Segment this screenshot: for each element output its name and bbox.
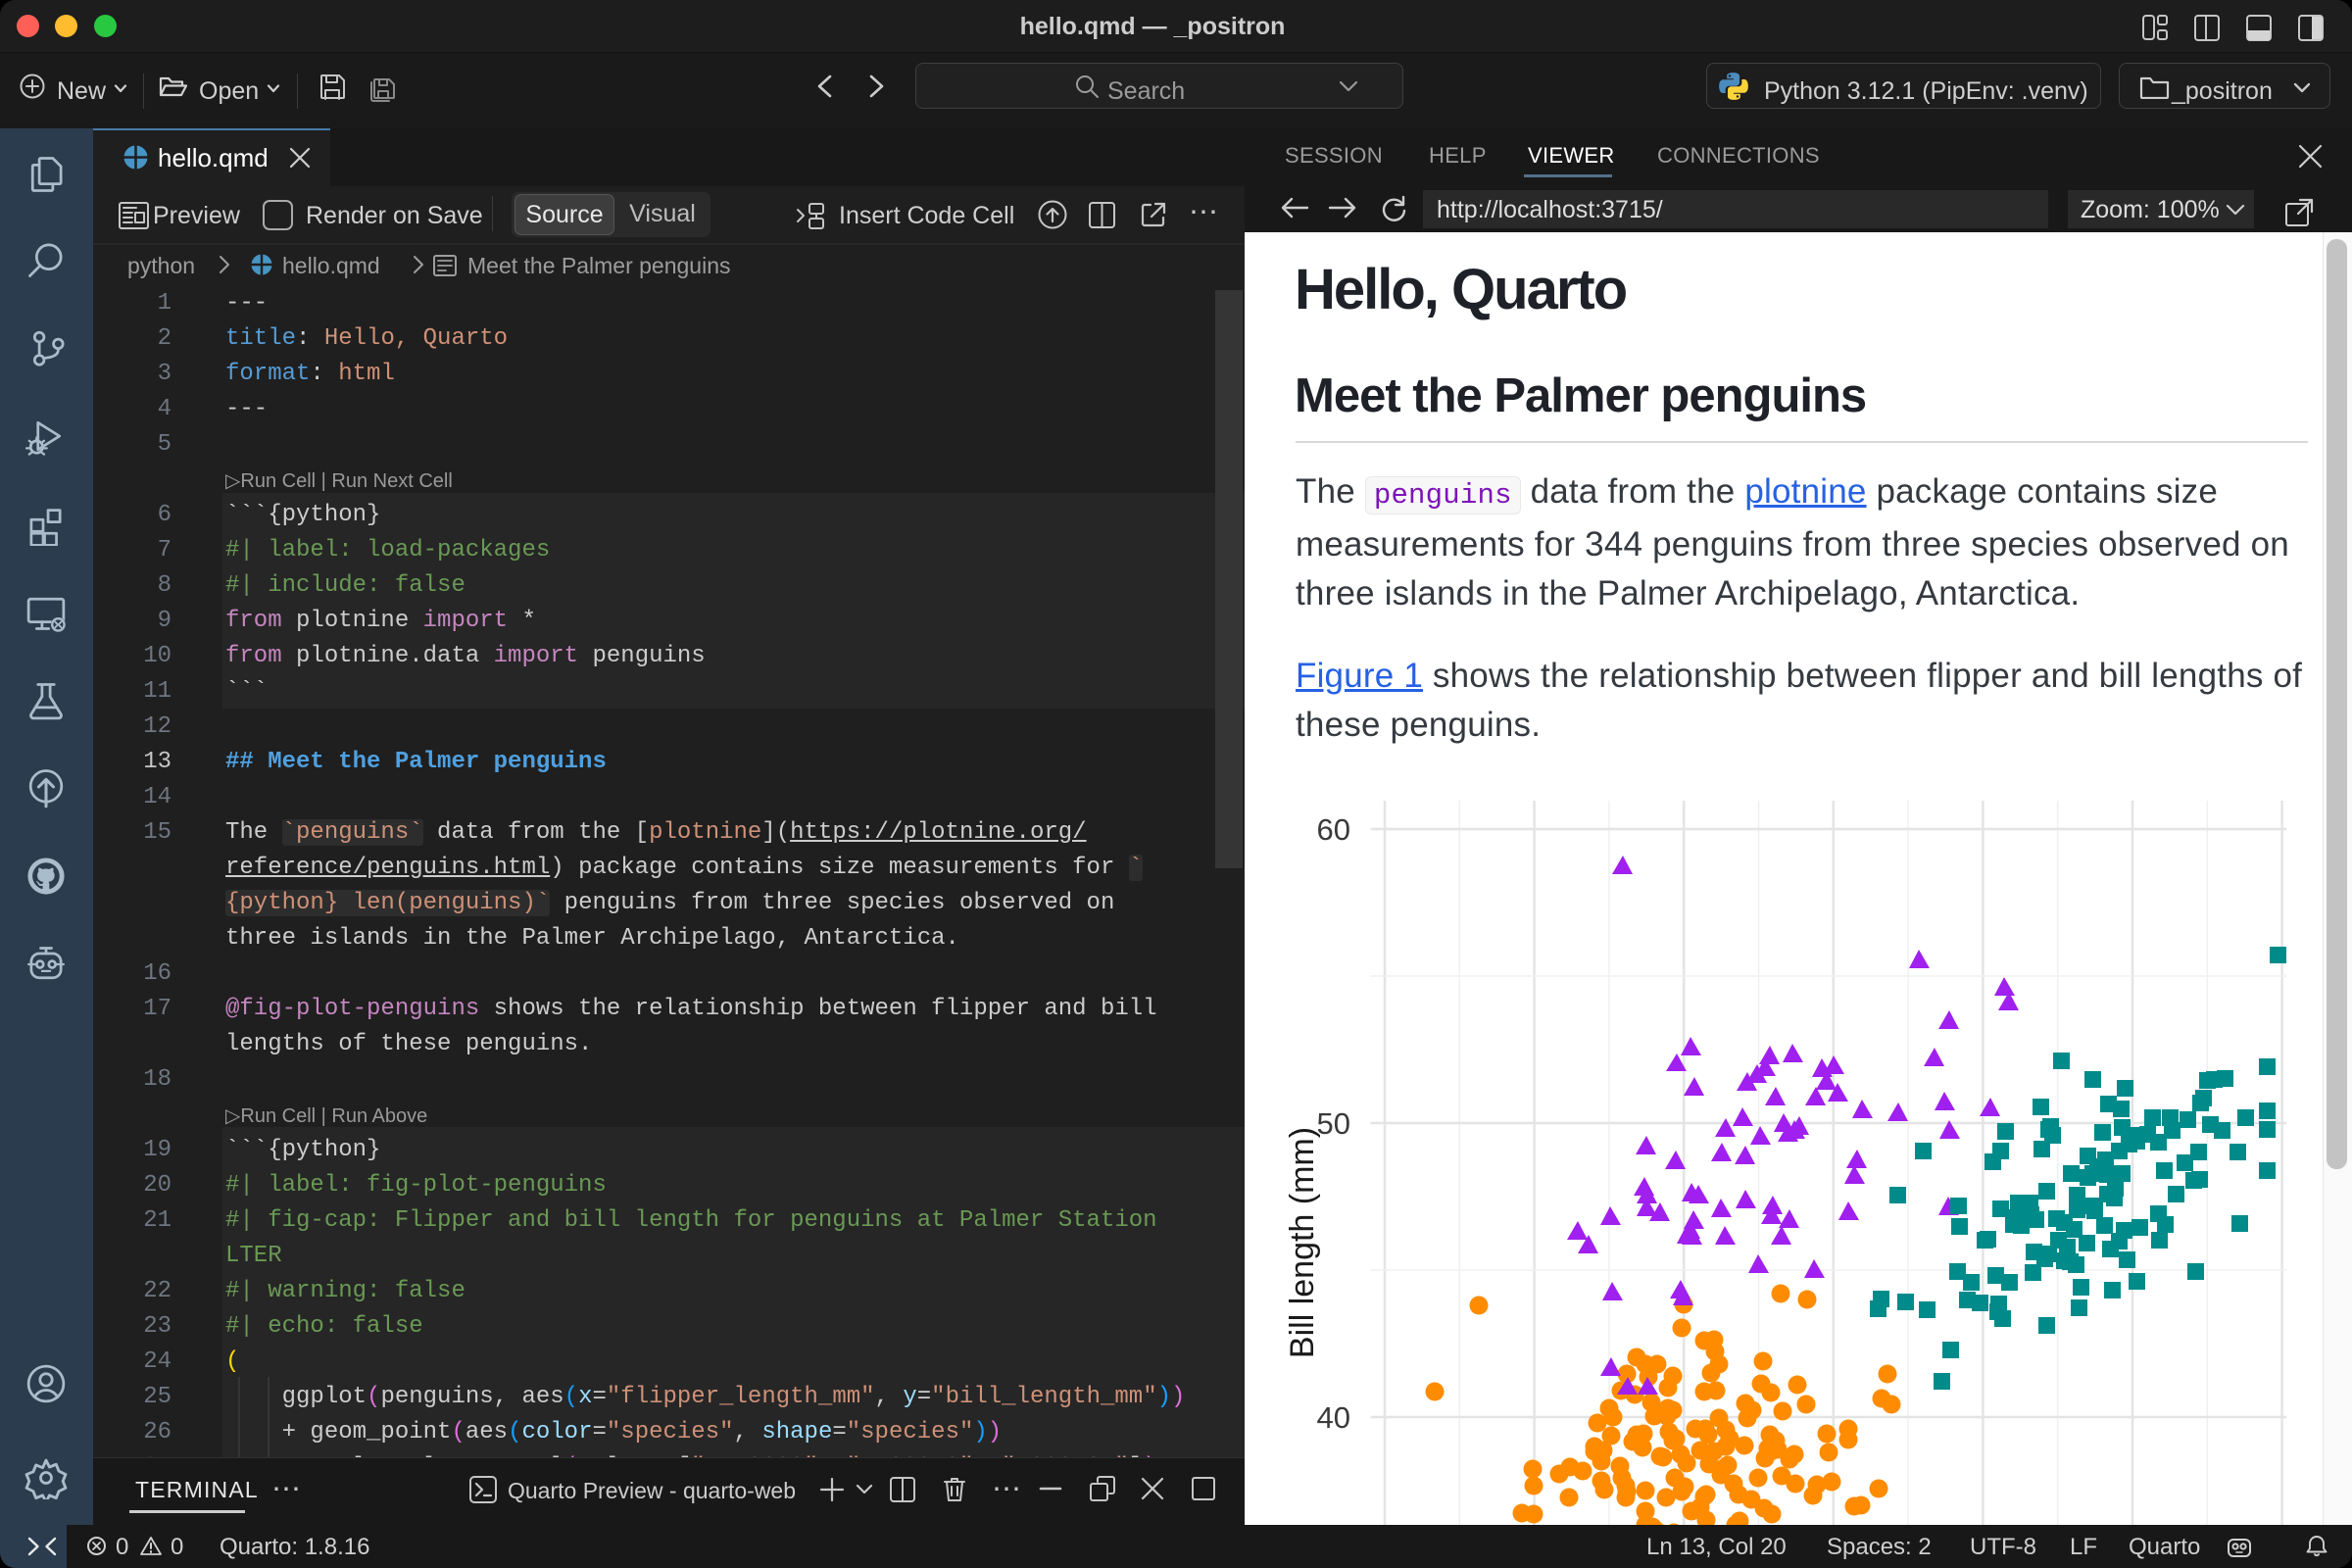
svg-text:60: 60 xyxy=(1317,812,1350,847)
svg-text:50: 50 xyxy=(1317,1106,1350,1141)
svg-text:40: 40 xyxy=(1317,1400,1350,1435)
svg-text:Bill length (mm): Bill length (mm) xyxy=(1284,1127,1321,1358)
